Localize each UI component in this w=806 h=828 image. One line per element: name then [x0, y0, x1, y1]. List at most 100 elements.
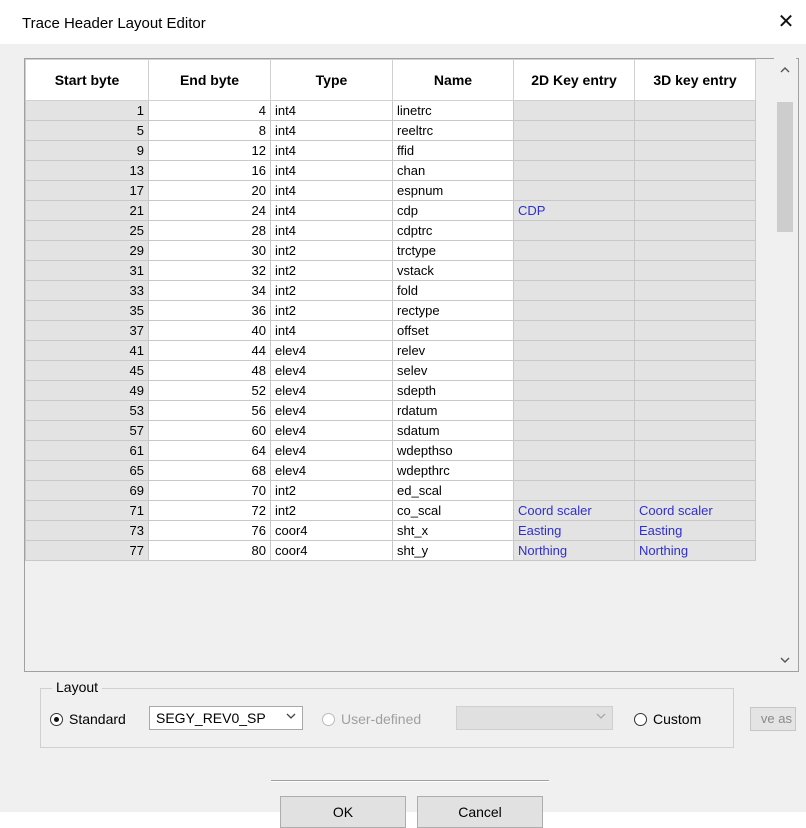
key-3d-cell[interactable]	[634, 120, 756, 141]
key-2d-cell[interactable]	[513, 240, 635, 261]
name-cell[interactable]: ed_scal	[392, 480, 514, 501]
key-2d-cell[interactable]	[513, 440, 635, 461]
table-row[interactable]: 71 72 int2 co_scal Coord scaler Coord scaler	[25, 500, 756, 521]
end-byte-cell[interactable]: 8	[148, 120, 271, 141]
ok-button[interactable]: OK	[280, 796, 406, 828]
key-3d-cell[interactable]	[634, 320, 756, 341]
key-3d-cell[interactable]	[634, 440, 756, 461]
key-2d-cell[interactable]: Coord scaler	[513, 500, 635, 521]
key-2d-cell[interactable]: Northing	[513, 540, 635, 561]
name-cell[interactable]: selev	[392, 360, 514, 381]
key-3d-cell[interactable]: Coord scaler	[634, 500, 756, 521]
start-byte-cell[interactable]: 35	[25, 300, 149, 321]
column-header-end-byte[interactable]: End byte	[148, 59, 271, 101]
key-3d-cell[interactable]	[634, 300, 756, 321]
start-byte-cell[interactable]: 31	[25, 260, 149, 281]
type-cell[interactable]: int4	[270, 160, 393, 181]
end-byte-cell[interactable]: 80	[148, 540, 271, 561]
column-header-type[interactable]: Type	[270, 59, 393, 101]
key-2d-cell[interactable]	[513, 300, 635, 321]
key-3d-cell[interactable]	[634, 220, 756, 241]
start-byte-cell[interactable]: 77	[25, 540, 149, 561]
key-3d-cell[interactable]	[634, 240, 756, 261]
table-row[interactable]: 45 48 elev4 selev	[25, 360, 756, 381]
type-cell[interactable]: int2	[270, 260, 393, 281]
name-cell[interactable]: linetrc	[392, 100, 514, 121]
start-byte-cell[interactable]: 45	[25, 360, 149, 381]
table-row[interactable]: 37 40 int4 offset	[25, 320, 756, 341]
end-byte-cell[interactable]: 4	[148, 100, 271, 121]
start-byte-cell[interactable]: 1	[25, 100, 149, 121]
key-3d-cell[interactable]	[634, 380, 756, 401]
end-byte-cell[interactable]: 40	[148, 320, 271, 341]
key-2d-cell[interactable]	[513, 140, 635, 161]
end-byte-cell[interactable]: 16	[148, 160, 271, 181]
name-cell[interactable]: chan	[392, 160, 514, 181]
key-2d-cell[interactable]	[513, 120, 635, 141]
start-byte-cell[interactable]: 61	[25, 440, 149, 461]
start-byte-cell[interactable]: 29	[25, 240, 149, 261]
cancel-button[interactable]: Cancel	[417, 796, 543, 828]
name-cell[interactable]: sht_x	[392, 520, 514, 541]
vertical-scrollbar[interactable]	[774, 58, 796, 670]
end-byte-cell[interactable]: 64	[148, 440, 271, 461]
key-2d-cell[interactable]: Easting	[513, 520, 635, 541]
key-2d-cell[interactable]	[513, 220, 635, 241]
user-defined-layout-select[interactable]	[456, 706, 613, 730]
name-cell[interactable]: rdatum	[392, 400, 514, 421]
key-3d-cell[interactable]	[634, 400, 756, 421]
type-cell[interactable]: int4	[270, 100, 393, 121]
end-byte-cell[interactable]: 32	[148, 260, 271, 281]
column-header-3d-key-entry[interactable]: 3D key entry	[634, 59, 756, 101]
key-3d-cell[interactable]: Northing	[634, 540, 756, 561]
start-byte-cell[interactable]: 21	[25, 200, 149, 221]
table-row[interactable]: 31 32 int2 vstack	[25, 260, 756, 281]
start-byte-cell[interactable]: 17	[25, 180, 149, 201]
table-row[interactable]: 77 80 coor4 sht_y Northing Northing	[25, 540, 756, 561]
key-2d-cell[interactable]	[513, 420, 635, 441]
name-cell[interactable]: relev	[392, 340, 514, 361]
end-byte-cell[interactable]: 34	[148, 280, 271, 301]
key-3d-cell[interactable]	[634, 360, 756, 381]
type-cell[interactable]: int2	[270, 500, 393, 521]
end-byte-cell[interactable]: 70	[148, 480, 271, 501]
type-cell[interactable]: elev4	[270, 400, 393, 421]
end-byte-cell[interactable]: 44	[148, 340, 271, 361]
table-row[interactable]: 13 16 int4 chan	[25, 160, 756, 181]
table-row[interactable]: 65 68 elev4 wdepthrc	[25, 460, 756, 481]
key-3d-cell[interactable]	[634, 280, 756, 301]
type-cell[interactable]: elev4	[270, 440, 393, 461]
table-row[interactable]: 41 44 elev4 relev	[25, 340, 756, 361]
type-cell[interactable]: int2	[270, 480, 393, 501]
end-byte-cell[interactable]: 76	[148, 520, 271, 541]
table-row[interactable]: 33 34 int2 fold	[25, 280, 756, 301]
standard-label[interactable]: Standard	[69, 711, 126, 727]
type-cell[interactable]: int2	[270, 280, 393, 301]
key-2d-cell[interactable]	[513, 380, 635, 401]
name-cell[interactable]: cdptrc	[392, 220, 514, 241]
name-cell[interactable]: wdepthrc	[392, 460, 514, 481]
table-row[interactable]: 53 56 elev4 rdatum	[25, 400, 756, 421]
type-cell[interactable]: int4	[270, 140, 393, 161]
type-cell[interactable]: elev4	[270, 380, 393, 401]
end-byte-cell[interactable]: 48	[148, 360, 271, 381]
type-cell[interactable]: elev4	[270, 420, 393, 441]
table-row[interactable]: 17 20 int4 espnum	[25, 180, 756, 201]
type-cell[interactable]: int4	[270, 200, 393, 221]
chevron-down-icon[interactable]	[774, 648, 796, 670]
key-3d-cell[interactable]	[634, 140, 756, 161]
type-cell[interactable]: int2	[270, 300, 393, 321]
key-2d-cell[interactable]	[513, 480, 635, 501]
start-byte-cell[interactable]: 13	[25, 160, 149, 181]
column-header-name[interactable]: Name	[392, 59, 514, 101]
name-cell[interactable]: vstack	[392, 260, 514, 281]
type-cell[interactable]: elev4	[270, 340, 393, 361]
table-row[interactable]: 5 8 int4 reeltrc	[25, 120, 756, 141]
table-row[interactable]: 73 76 coor4 sht_x Easting Easting	[25, 520, 756, 541]
start-byte-cell[interactable]: 33	[25, 280, 149, 301]
start-byte-cell[interactable]: 49	[25, 380, 149, 401]
name-cell[interactable]: sdepth	[392, 380, 514, 401]
start-byte-cell[interactable]: 41	[25, 340, 149, 361]
name-cell[interactable]: wdepthso	[392, 440, 514, 461]
key-3d-cell[interactable]	[634, 420, 756, 441]
